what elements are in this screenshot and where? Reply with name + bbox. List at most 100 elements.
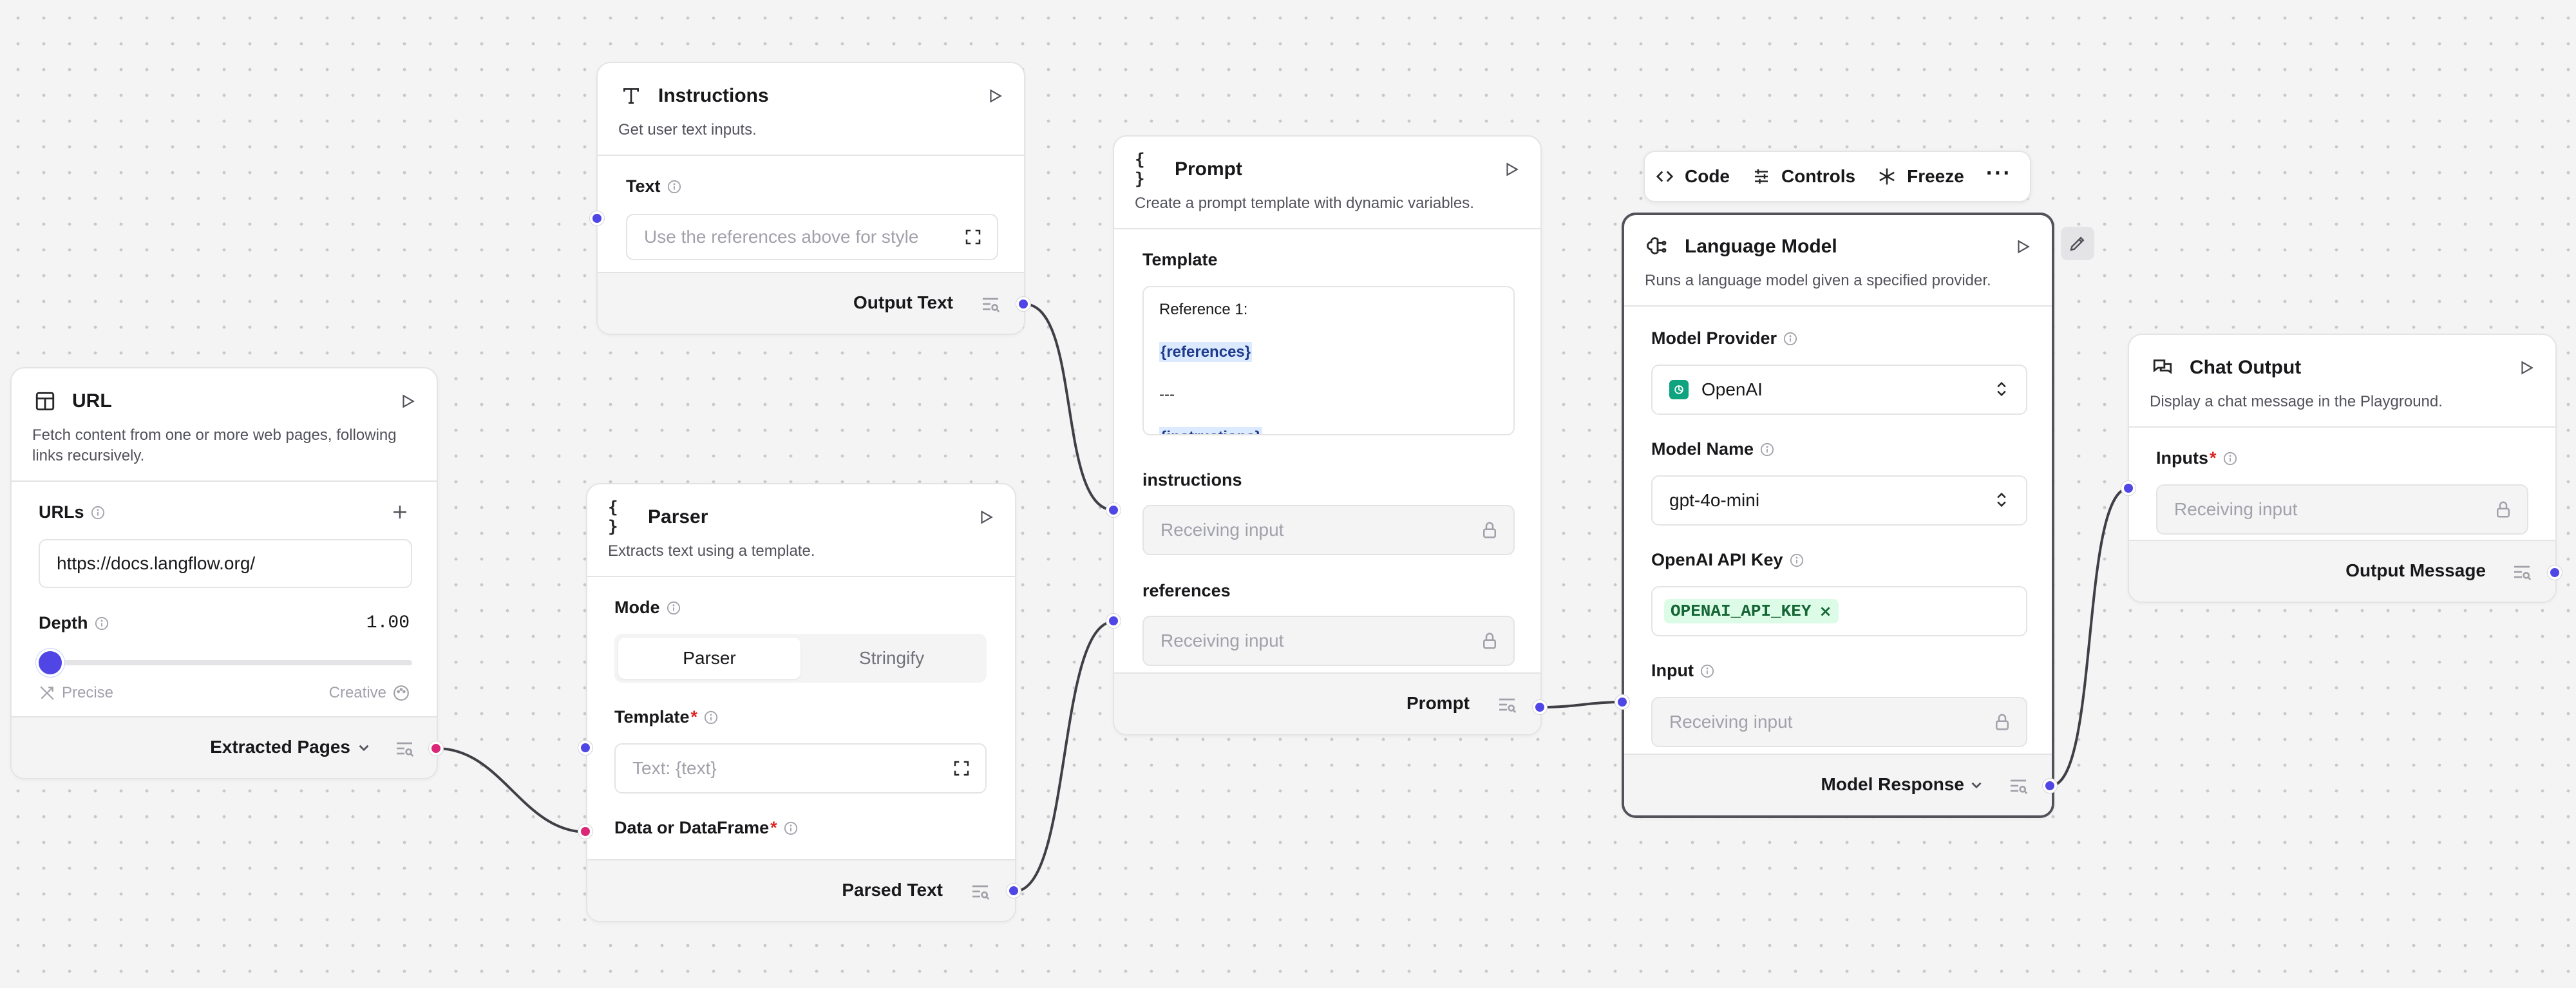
- expand-icon[interactable]: [963, 227, 983, 247]
- url-value: https://docs.langflow.org/: [57, 553, 256, 573]
- lock-icon: [2494, 500, 2513, 519]
- node-description: Get user text inputs.: [618, 121, 757, 138]
- receiving-input-text: Receiving input: [1669, 712, 1793, 732]
- play-icon[interactable]: [2515, 357, 2537, 379]
- model-label: Model Name: [1651, 439, 1754, 459]
- mode-toggle[interactable]: Parser Stringify: [614, 634, 987, 683]
- chat-output-node[interactable]: Chat Output Display a chat message in th…: [2128, 334, 2557, 603]
- chat-output-handle[interactable]: [2548, 565, 2562, 580]
- inspect-output-icon[interactable]: [1497, 694, 1517, 715]
- template-input[interactable]: Text: {text}: [614, 743, 987, 793]
- play-icon[interactable]: [2012, 236, 2034, 258]
- inspect-output-icon[interactable]: [2008, 775, 2029, 796]
- expand-icon[interactable]: [952, 759, 971, 778]
- freeze-button[interactable]: Freeze: [1877, 166, 1964, 187]
- snowflake-icon: [1879, 168, 1895, 185]
- chat-input-handle[interactable]: [2121, 481, 2136, 495]
- url-input[interactable]: https://docs.langflow.org/: [39, 539, 412, 588]
- node-description: Runs a language model given a specified …: [1645, 272, 1991, 289]
- url-node[interactable]: URL Fetch content from one or more web p…: [10, 367, 438, 779]
- inputs-label: Inputs: [2156, 448, 2208, 468]
- model-select[interactable]: gpt-4o-mini: [1651, 475, 2027, 526]
- controls-button[interactable]: Controls: [1752, 166, 1855, 187]
- remove-chip-icon[interactable]: ×: [1819, 602, 1832, 620]
- inspect-output-icon[interactable]: [2512, 562, 2532, 582]
- inspect-output-icon[interactable]: [394, 738, 415, 759]
- instructions-label: instructions: [1142, 470, 1242, 489]
- depth-slider[interactable]: [36, 649, 412, 677]
- info-icon: [1790, 553, 1804, 567]
- inspect-output-icon[interactable]: [980, 294, 1001, 314]
- api-key-input[interactable]: OPENAI_API_KEY ×: [1651, 586, 2027, 636]
- pencil-icon: [2070, 236, 2085, 251]
- more-icon[interactable]: ···: [1986, 161, 2012, 186]
- node-title: Language Model: [1685, 236, 1837, 257]
- flow-canvas[interactable]: URL Fetch content from one or more web p…: [0, 0, 2576, 988]
- provider-select[interactable]: OpenAI: [1651, 365, 2027, 415]
- api-key-label: OpenAI API Key: [1651, 550, 1783, 569]
- api-key-value: OPENAI_API_KEY: [1671, 602, 1812, 621]
- info-icon: [667, 601, 681, 615]
- info-icon: [667, 180, 681, 194]
- chevron-down-icon[interactable]: [1968, 777, 1985, 793]
- parser-template-handle[interactable]: [578, 741, 592, 755]
- mode-option-parser[interactable]: Parser: [618, 638, 800, 679]
- parser-output-handle[interactable]: [1007, 884, 1021, 898]
- play-icon[interactable]: [984, 85, 1006, 107]
- play-icon[interactable]: [1501, 158, 1522, 180]
- code-label: Code: [1685, 166, 1730, 186]
- braces-icon: { }: [608, 498, 618, 537]
- lock-icon: [1480, 520, 1499, 540]
- output-label[interactable]: Model Response: [1821, 774, 1964, 795]
- type-icon: [618, 83, 644, 109]
- text-placeholder: Use the references above for style: [644, 227, 919, 247]
- info-icon: [95, 616, 109, 631]
- mode-option-stringify[interactable]: Stringify: [800, 638, 983, 679]
- code-icon: [1656, 171, 1674, 182]
- input-label: Input: [1651, 661, 1694, 680]
- prompt-template-editor[interactable]: Reference 1: {references} --- {instructi…: [1142, 286, 1515, 435]
- prompt-references-handle[interactable]: [1106, 614, 1121, 628]
- node-toolbar: Code Controls Freeze ···: [1643, 151, 2031, 202]
- parser-node[interactable]: { } Parser Extracts text using a templat…: [586, 483, 1016, 922]
- instructions-output-handle[interactable]: [1016, 297, 1030, 311]
- prompt-instructions-handle[interactable]: [1106, 503, 1121, 517]
- output-label[interactable]: Output Text: [853, 292, 953, 313]
- layout-icon: [32, 388, 58, 414]
- api-key-chip[interactable]: OPENAI_API_KEY ×: [1664, 599, 1839, 623]
- parser-data-handle[interactable]: [578, 824, 592, 839]
- text-input[interactable]: Use the references above for style: [626, 214, 998, 260]
- edit-node-button[interactable]: [2061, 227, 2094, 260]
- language-model-node[interactable]: Language Model Runs a language model giv…: [1622, 213, 2054, 818]
- template-line: Reference 1:: [1159, 301, 1248, 318]
- model-input-handle[interactable]: [1615, 695, 1629, 709]
- model-input-field: Receiving input: [1651, 697, 2027, 747]
- output-label[interactable]: Output Message: [2345, 560, 2486, 581]
- output-label[interactable]: Parsed Text: [842, 880, 943, 900]
- instructions-node[interactable]: Instructions Get user text inputs. Text …: [596, 62, 1025, 335]
- slider-thumb[interactable]: [36, 649, 64, 677]
- code-button[interactable]: Code: [1655, 166, 1730, 187]
- node-title: Instructions: [658, 85, 769, 106]
- add-url-icon[interactable]: [390, 502, 410, 525]
- model-output-handle[interactable]: [2043, 779, 2057, 793]
- prompt-node[interactable]: { } Prompt Create a prompt template with…: [1113, 135, 1542, 736]
- mode-label: Mode: [614, 598, 660, 617]
- slider-max-label: Creative: [328, 684, 386, 701]
- inspect-output-icon[interactable]: [970, 881, 990, 902]
- inputs-field: Receiving input: [2156, 484, 2528, 535]
- references-label: references: [1142, 581, 1231, 600]
- output-label[interactable]: Prompt: [1406, 693, 1470, 714]
- output-label[interactable]: Extracted Pages: [210, 737, 350, 757]
- play-icon[interactable]: [975, 506, 997, 528]
- prompt-output-handle[interactable]: [1533, 700, 1547, 714]
- url-output-handle[interactable]: [429, 741, 443, 755]
- play-icon[interactable]: [397, 390, 419, 412]
- instructions-input-handle[interactable]: [590, 211, 604, 225]
- node-footer: Output Message: [2129, 540, 2555, 602]
- info-icon: [91, 506, 105, 520]
- template-label: Template: [614, 707, 690, 727]
- node-footer: Model Response: [1624, 754, 2052, 815]
- receiving-input-text: Receiving input: [1160, 631, 1284, 651]
- chevron-down-icon[interactable]: [355, 739, 372, 756]
